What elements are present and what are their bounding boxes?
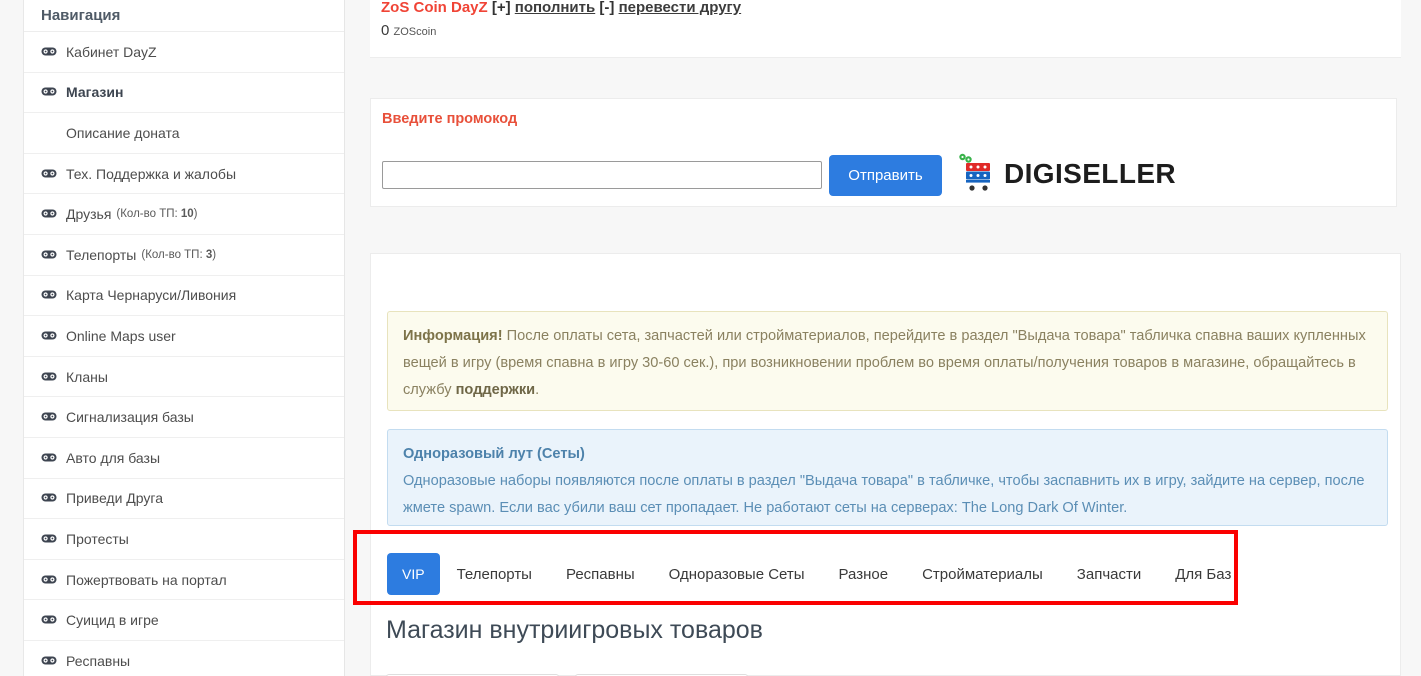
topup-link[interactable]: пополнить	[515, 0, 595, 16]
sidebar-item-14[interactable]: Пожертвовать на портал	[24, 560, 344, 601]
sidebar-item-label: Тех. Поддержка и жалобы	[66, 165, 237, 182]
sidebar-item-8[interactable]: Online Maps user	[24, 316, 344, 357]
info-alert-tail: .	[535, 382, 540, 398]
digiseller-logo-text: DIGISELLER	[1004, 158, 1177, 189]
sidebar-nav-list: Кабинет DayZ Магазин Описание доната Тех. П…	[24, 32, 344, 676]
info-alert-text: После оплаты сета, запчастей или стройма…	[403, 328, 1366, 398]
sidebar-item-9[interactable]: Кланы	[24, 357, 344, 398]
sidebar-item-label: Авто для базы	[66, 449, 161, 466]
sidebar-item-12[interactable]: Приведи Друга	[24, 479, 344, 520]
loot-alert: Одноразовый лут (Сеты) Одноразовые набор…	[387, 429, 1388, 526]
gamepad-icon	[41, 247, 57, 263]
tab-label: Разное	[838, 565, 889, 583]
page-root: Навигация Кабинет DayZ Магазин Описание до…	[0, 0, 1421, 676]
sidebar-item-label: Респавны	[66, 652, 131, 669]
sidebar-item-label: Кабинет DayZ	[66, 43, 157, 60]
sidebar-item-label: Карта Чернаруси/Ливония	[66, 287, 237, 304]
tab-label: Респавны	[565, 565, 635, 583]
tab-3[interactable]: Респавны	[549, 553, 652, 595]
sidebar-item-label: Протесты	[66, 530, 129, 547]
tab-label: Запчасти	[1076, 565, 1142, 583]
sidebar-item-label: Кланы	[66, 368, 108, 385]
sidebar-item-13[interactable]: Протесты	[24, 519, 344, 560]
sidebar-item-counter: (Кол-во ТП: 10)	[116, 208, 198, 221]
top-bar: ZoS Coin DayZ [+] пополнить [-] перевест…	[370, 0, 1401, 58]
sidebar-item-label: Друзья	[66, 206, 112, 223]
tab-8[interactable]: Для Баз	[1158, 553, 1248, 595]
sidebar: Навигация Кабинет DayZ Магазин Описание до…	[23, 0, 345, 676]
sidebar-item-15[interactable]: Суицид в игре	[24, 600, 344, 641]
digiseller-cart-icon	[957, 152, 995, 197]
gamepad-icon	[41, 328, 57, 344]
promo-send-button[interactable]: Отправить	[829, 155, 942, 196]
sidebar-item-6[interactable]: Телепорты (Кол-во ТП: 3)	[24, 235, 344, 276]
sidebar-item-label: Online Maps user	[66, 327, 176, 344]
info-alert: Информация! После оплаты сета, запчастей…	[387, 311, 1388, 411]
promo-label: Введите промокод	[382, 111, 518, 127]
sidebar-item-7[interactable]: Карта Чернаруси/Ливония	[24, 276, 344, 317]
sidebar-item-counter: (Кол-во ТП: 3)	[141, 248, 217, 261]
tab-5[interactable]: Разное	[822, 553, 906, 595]
gamepad-icon	[41, 531, 57, 547]
gamepad-icon	[41, 369, 57, 385]
tab-7[interactable]: Запчасти	[1060, 553, 1158, 595]
coin-balance-value: 0	[381, 22, 390, 39]
digiseller-logo: DIGISELLER	[957, 153, 1176, 195]
loot-alert-text: Одноразовые наборы появляются после опла…	[403, 473, 1365, 516]
gamepad-icon	[41, 653, 57, 669]
coin-balance: 0 ZOScoin	[381, 22, 436, 39]
transfer-link[interactable]: перевести другу	[619, 0, 742, 16]
gamepad-icon	[41, 409, 57, 425]
sidebar-heading: Навигация	[24, 0, 344, 32]
minus-bracket: [-]	[599, 0, 615, 16]
plus-bracket: [+]	[491, 0, 511, 16]
sidebar-item-label: Сигнализация базы	[66, 409, 194, 426]
page-title: Магазин внутриигровых товаров	[386, 616, 763, 644]
tab-label: Одноразовые Сеты	[668, 565, 805, 583]
tab-4[interactable]: Одноразовые Сеты	[652, 553, 822, 595]
gamepad-icon	[41, 450, 57, 466]
support-link[interactable]: поддержки	[456, 382, 536, 398]
sidebar-item-1[interactable]: Кабинет DayZ	[24, 32, 344, 73]
tab-label: Стройматериалы	[922, 565, 1043, 583]
coin-title: ZoS Coin DayZ	[381, 0, 488, 16]
sidebar-item-label: Описание доната	[66, 124, 180, 141]
gamepad-icon	[41, 84, 57, 100]
main-content-card: Информация! После оплаты сета, запчастей…	[370, 253, 1401, 676]
category-tabs: VIP Телепорты Респавны Одноразовые Сеты Разн…	[387, 545, 1388, 603]
tab-1[interactable]: VIP	[387, 553, 440, 595]
sidebar-item-4[interactable]: Тех. Поддержка и жалобы	[24, 154, 344, 195]
tab-label: VIP	[402, 566, 425, 582]
coin-balance-unit: ZOScoin	[393, 26, 437, 38]
info-alert-strong: Информация!	[403, 328, 503, 344]
sidebar-item-label: Телепорты	[66, 246, 137, 263]
tab-6[interactable]: Стройматериалы	[905, 553, 1060, 595]
sidebar-item-16[interactable]: Респавны	[24, 641, 344, 676]
coin-line: ZoS Coin DayZ [+] пополнить [-] перевест…	[381, 0, 741, 16]
sidebar-item-10[interactable]: Сигнализация базы	[24, 397, 344, 438]
sidebar-item-2[interactable]: Магазин	[24, 73, 344, 114]
gamepad-icon	[41, 166, 57, 182]
sidebar-item-label: Магазин	[66, 84, 124, 101]
sidebar-item-label: Пожертвовать на портал	[66, 571, 227, 588]
gamepad-icon	[41, 287, 57, 303]
tab-2[interactable]: Телепорты	[440, 553, 549, 595]
sidebar-item-3[interactable]: Описание доната	[24, 113, 344, 154]
sidebar-item-11[interactable]: Авто для базы	[24, 438, 344, 479]
sidebar-item-label: Приведи Друга	[66, 490, 164, 507]
gamepad-icon	[41, 206, 57, 222]
gamepad-icon	[41, 44, 57, 60]
gamepad-icon	[41, 572, 57, 588]
tab-label: Для Баз	[1175, 565, 1232, 583]
sidebar-item-5[interactable]: Друзья (Кол-во ТП: 10)	[24, 194, 344, 235]
promo-panel: Введите промокод Отправить DIGISELLER	[370, 98, 1397, 207]
tab-label: Телепорты	[456, 565, 532, 583]
loot-alert-title: Одноразовый лут (Сеты)	[403, 446, 585, 462]
gamepad-icon	[41, 490, 57, 506]
promo-input[interactable]	[382, 161, 822, 189]
gamepad-icon	[41, 612, 57, 628]
sidebar-item-label: Суицид в игре	[66, 612, 159, 629]
